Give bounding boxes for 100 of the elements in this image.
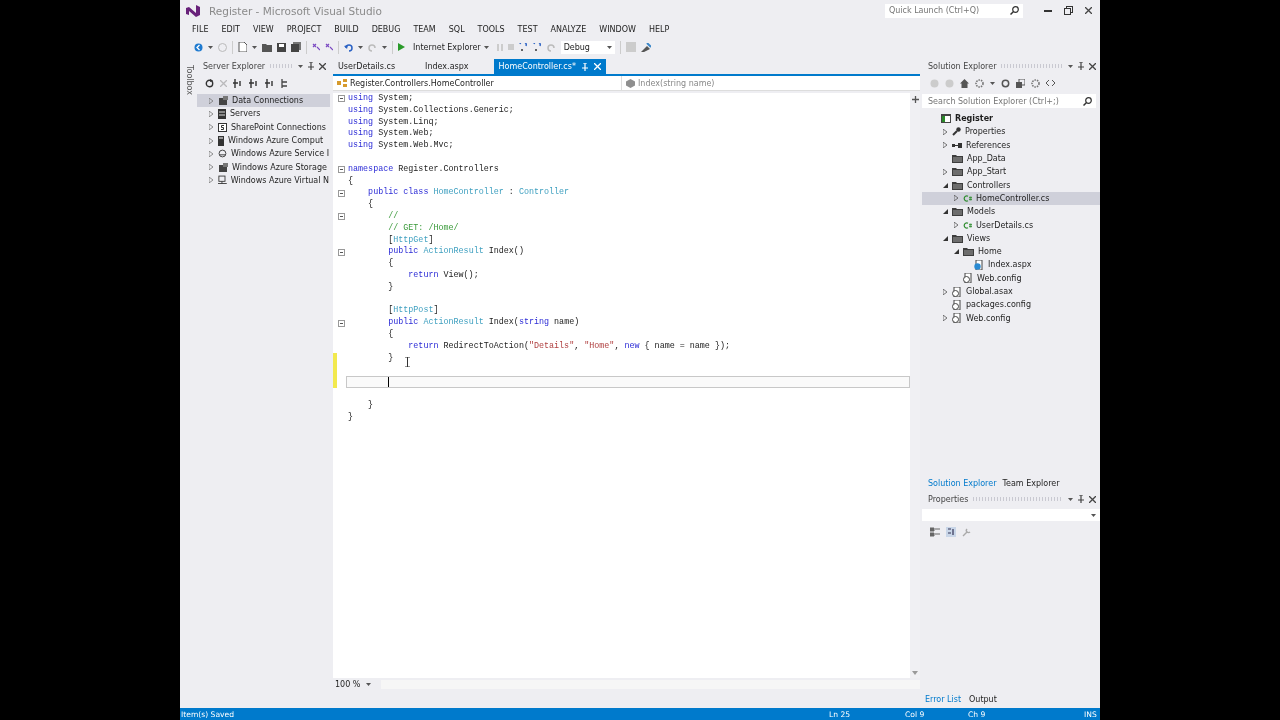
tree-item[interactable]: Windows Azure Storage xyxy=(197,160,330,174)
menu-item[interactable]: HELP xyxy=(642,24,677,34)
expand-arrow-icon[interactable] xyxy=(943,315,947,322)
home-icon[interactable] xyxy=(960,78,969,88)
save-icon[interactable] xyxy=(277,42,286,52)
split-icon[interactable] xyxy=(911,96,919,103)
pin-icon[interactable] xyxy=(1078,62,1084,70)
collapse-icon[interactable] xyxy=(338,248,345,256)
configuration-dropdown[interactable]: Debug xyxy=(560,40,615,54)
member-dropdown[interactable]: Index(string name) xyxy=(622,76,920,90)
toolbox-tab[interactable]: Toolbox xyxy=(180,63,197,97)
back-icon[interactable] xyxy=(194,42,203,52)
menu-item[interactable]: TOOLS xyxy=(471,24,512,34)
settings-icon[interactable] xyxy=(1031,78,1040,88)
expand-arrow-icon[interactable] xyxy=(943,288,947,295)
expand-arrow-icon[interactable] xyxy=(954,222,958,228)
tree-item[interactable]: Views xyxy=(922,231,1100,245)
panel-tab[interactable]: Team Explorer xyxy=(1002,478,1060,488)
tree-item[interactable]: Controllers xyxy=(922,178,1100,192)
tree-item[interactable]: packages.config xyxy=(922,298,1100,312)
quick-launch-field[interactable]: Quick Launch (Ctrl+Q) xyxy=(885,3,1023,18)
document-tab[interactable]: UserDetails.cs xyxy=(333,59,401,74)
tree-item[interactable]: Windows Azure Comput xyxy=(197,133,330,148)
panel-tab[interactable]: Output xyxy=(966,692,1000,706)
tree-item[interactable]: App_Start xyxy=(922,165,1100,179)
new-project-icon[interactable] xyxy=(238,42,247,52)
tree-item[interactable]: Home xyxy=(922,244,1100,259)
panel-tab[interactable]: Solution Explorer xyxy=(928,478,997,488)
minimize-icon[interactable] xyxy=(1044,9,1052,12)
sync-icon[interactable] xyxy=(1001,78,1010,88)
caret-icon[interactable] xyxy=(298,64,303,68)
open-folder-icon[interactable] xyxy=(262,42,272,52)
tree-item[interactable]: Web.config xyxy=(922,271,1100,285)
copy-icon[interactable] xyxy=(1016,78,1025,88)
menu-item[interactable]: FILE xyxy=(186,24,216,34)
refresh-icon[interactable] xyxy=(205,78,214,88)
expand-arrow-icon[interactable] xyxy=(943,168,947,175)
search-icon[interactable] xyxy=(1010,6,1019,15)
menu-item[interactable]: TEST xyxy=(511,24,545,34)
tree-item[interactable]: Global.asax xyxy=(922,284,1100,299)
document-tab[interactable]: Index.aspx xyxy=(420,59,474,74)
tree-item[interactable]: App_Data xyxy=(922,151,1100,166)
collapse-icon[interactable] xyxy=(338,95,345,103)
menu-item[interactable]: TEAM xyxy=(407,24,443,34)
tree-item[interactable]: Properties xyxy=(922,125,1100,139)
collapse-icon[interactable] xyxy=(338,319,345,327)
tree-item[interactable]: Register xyxy=(922,112,1100,126)
tree-item[interactable]: HomeController.cs xyxy=(922,191,1100,206)
tree-item[interactable]: References xyxy=(922,138,1100,152)
collapse-arrow-icon[interactable] xyxy=(942,182,948,188)
start-icon[interactable] xyxy=(398,43,405,51)
tree-item[interactable]: Index.aspx xyxy=(922,258,1100,272)
tree-item[interactable]: SharePoint Connections xyxy=(197,120,330,134)
collapse-icon[interactable] xyxy=(338,166,345,174)
menu-item[interactable]: WINDOW xyxy=(593,24,643,34)
code-icon[interactable] xyxy=(1046,80,1055,86)
collapse-arrow-icon[interactable] xyxy=(953,249,959,255)
search-field[interactable]: Search Solution Explorer (Ctrl+;) xyxy=(922,94,1096,108)
alphabetical-icon[interactable] xyxy=(946,527,956,537)
save-all-icon[interactable] xyxy=(291,42,301,52)
caret-icon[interactable] xyxy=(358,45,363,49)
run-target-dropdown[interactable]: Internet Explorer xyxy=(410,40,492,54)
caret-icon[interactable] xyxy=(382,45,387,49)
pin-icon[interactable] xyxy=(308,62,314,70)
tree-icon[interactable] xyxy=(281,78,290,88)
menu-item[interactable]: DEBUG xyxy=(365,24,408,34)
tree-item[interactable]: Models xyxy=(922,205,1100,219)
tree-item[interactable]: Data Connections xyxy=(197,94,330,108)
tree-item[interactable]: Windows Azure Virtual N xyxy=(197,173,330,188)
caret-icon[interactable] xyxy=(1068,64,1073,68)
caret-icon[interactable] xyxy=(208,45,213,49)
settings-icon[interactable] xyxy=(975,78,984,88)
collapse-icon[interactable] xyxy=(338,189,345,197)
collapse-arrow-icon[interactable] xyxy=(942,235,948,241)
menu-item[interactable]: VIEW xyxy=(246,24,281,34)
menu-item[interactable]: SQL xyxy=(442,24,472,34)
categorized-icon[interactable] xyxy=(930,527,940,537)
tree-item[interactable]: UserDetails.cs xyxy=(922,218,1100,232)
menu-item[interactable]: ANALYZE xyxy=(544,24,594,34)
undo-icon[interactable] xyxy=(344,42,353,52)
caret-icon[interactable] xyxy=(1068,497,1073,501)
tree-item[interactable]: Web.config xyxy=(922,311,1100,325)
panel-tab[interactable]: Error List xyxy=(922,692,965,706)
pin-icon[interactable] xyxy=(1078,495,1084,503)
tree-item[interactable]: Windows Azure Service I xyxy=(197,147,330,161)
restore-icon[interactable] xyxy=(1064,6,1073,15)
close-icon[interactable] xyxy=(319,62,326,70)
menu-item[interactable]: BUILD xyxy=(328,24,366,34)
menu-item[interactable]: EDIT xyxy=(215,24,247,34)
collapse-arrow-icon[interactable] xyxy=(942,209,948,215)
connect-icon[interactable] xyxy=(265,78,275,88)
expand-arrow-icon[interactable] xyxy=(954,195,958,202)
connect-icon[interactable] xyxy=(233,78,243,88)
search-icon[interactable] xyxy=(1083,96,1092,106)
close-icon[interactable] xyxy=(1089,62,1096,70)
brush-icon[interactable] xyxy=(640,42,651,52)
caret-icon[interactable] xyxy=(252,45,257,49)
zoom-dropdown[interactable]: 100 % xyxy=(333,679,375,689)
close-icon[interactable] xyxy=(1089,495,1096,503)
menu-item[interactable]: PROJECT xyxy=(280,24,329,34)
